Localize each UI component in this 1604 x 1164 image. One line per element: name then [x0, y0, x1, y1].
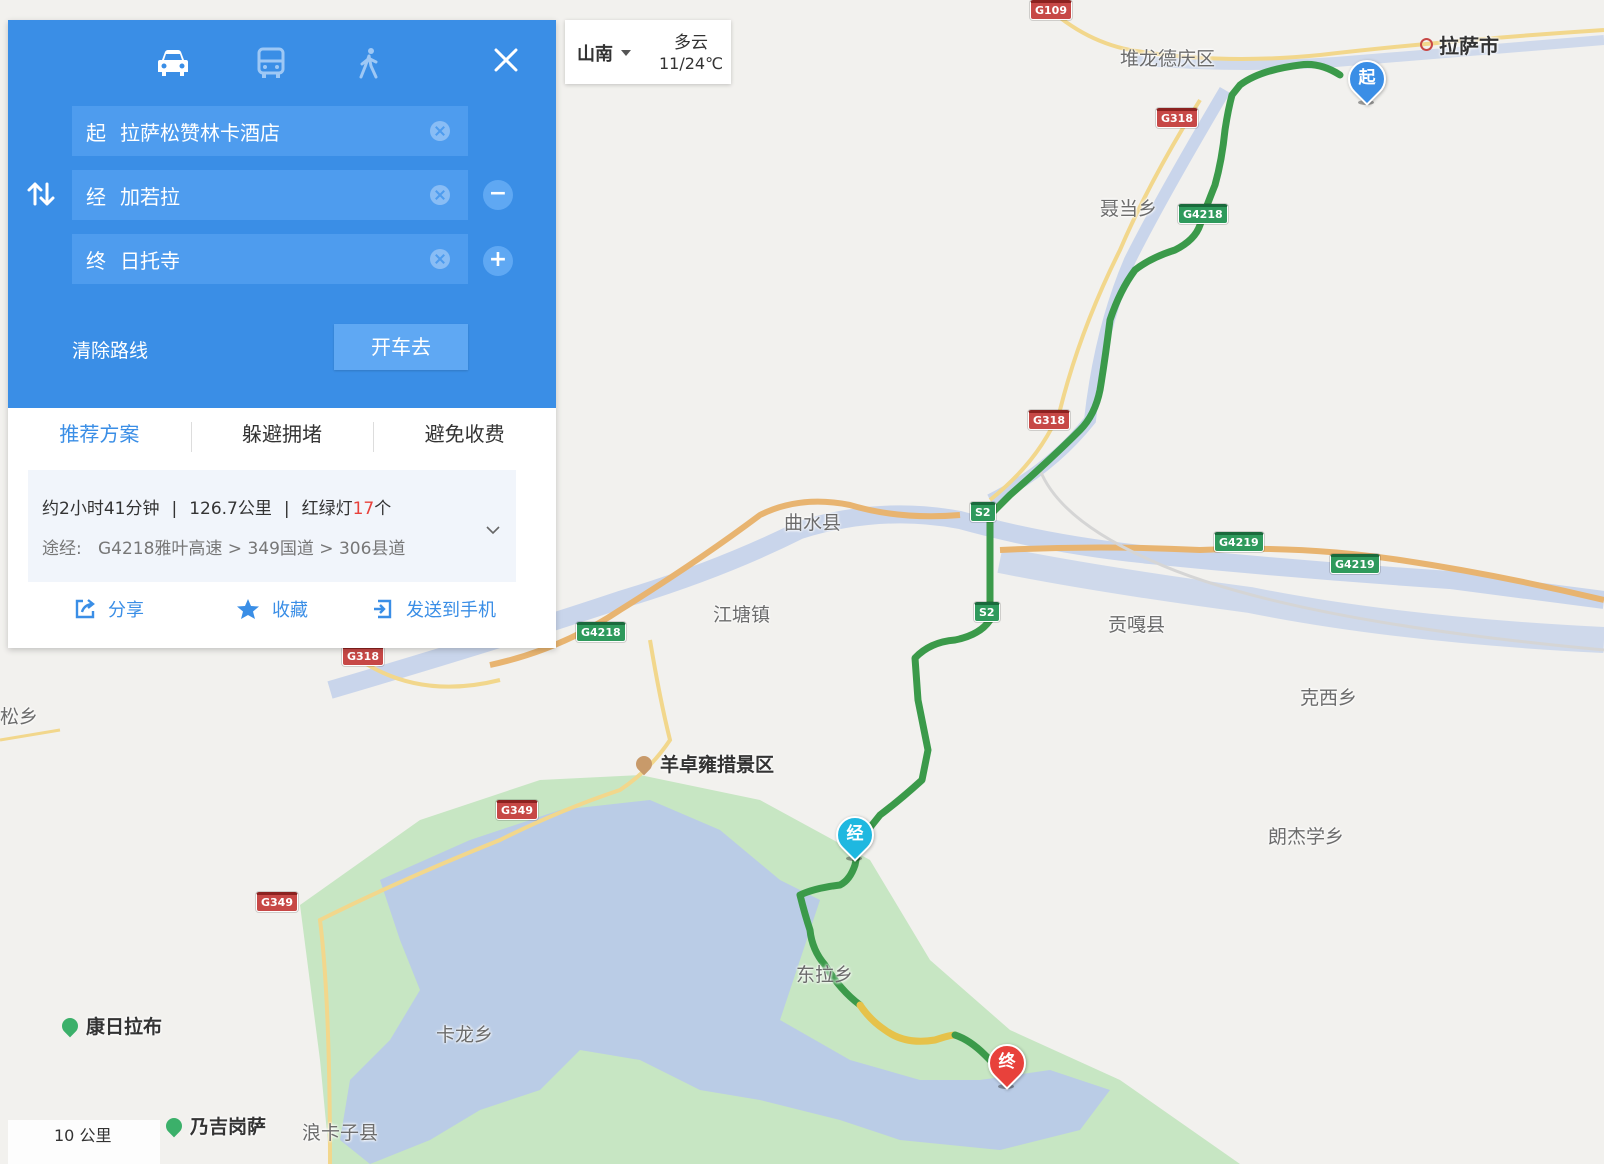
- map-label-langjiexue: 朗杰学乡: [1268, 826, 1345, 848]
- clear-input-icon[interactable]: [430, 249, 450, 269]
- tab-recommended[interactable]: 推荐方案: [8, 408, 191, 466]
- weather-temperature: 11/24℃: [658, 54, 724, 73]
- clear-input-icon[interactable]: [430, 121, 450, 141]
- shield-g349: G349: [496, 800, 538, 820]
- weather-condition: 多云: [674, 33, 708, 53]
- send-to-phone-button[interactable]: 发送到手机: [372, 596, 496, 622]
- share-icon: [75, 599, 95, 619]
- mountain-pin-icon: [58, 1014, 82, 1038]
- map-label-niedang: 聂当乡: [1100, 198, 1158, 220]
- city-dot-icon: [1420, 38, 1433, 51]
- shield-s2: S2: [974, 602, 1000, 622]
- clear-route-link[interactable]: 清除路线: [72, 336, 148, 363]
- road-item: 306县道: [338, 539, 406, 559]
- shield-g4218: G4218: [576, 622, 626, 642]
- send-icon: [374, 599, 392, 619]
- route-stats: 约2小时41分钟 | 126.7公里 | 红绿灯17个: [42, 494, 391, 519]
- chevron-right-icon: >: [222, 539, 248, 559]
- bus-icon[interactable]: [254, 46, 288, 80]
- route-time: 约2小时41分钟: [42, 499, 160, 519]
- add-waypoint-button[interactable]: +: [483, 246, 513, 276]
- map-label-jiangtang: 江塘镇: [713, 604, 771, 626]
- map-scale: 10 公里: [8, 1120, 160, 1164]
- shield-g4218: G4218: [1178, 204, 1228, 224]
- route-via-roads: 途经: G4218雅叶高速 > 349国道 > 306县道: [42, 534, 405, 559]
- shield-g109: G109: [1030, 0, 1072, 20]
- end-field[interactable]: 终 日托寺: [72, 234, 468, 284]
- tab-avoid-congestion[interactable]: 躲避拥堵: [190, 408, 374, 466]
- via-field[interactable]: 经 加若拉: [72, 170, 468, 220]
- caret-down-icon[interactable]: [621, 50, 631, 56]
- shield-g4219: G4219: [1330, 554, 1380, 574]
- scenic-pin-icon: [632, 752, 656, 776]
- map-label-qushui: 曲水县: [784, 512, 842, 534]
- end-tag: 终: [86, 248, 106, 273]
- share-button[interactable]: 分享: [74, 596, 144, 622]
- scale-label: 10 公里: [54, 1126, 112, 1145]
- map-label-song: 松乡: [0, 706, 39, 728]
- end-input[interactable]: 日托寺: [120, 245, 430, 274]
- map-label-lhasa: 拉萨市: [1420, 30, 1499, 59]
- traffic-lights: 红绿灯17个: [301, 499, 392, 519]
- mountain-pin-icon: [162, 1114, 186, 1138]
- via-input[interactable]: 加若拉: [120, 181, 430, 210]
- clear-input-icon[interactable]: [430, 185, 450, 205]
- route-form: 起 拉萨松赞林卡酒店 经 加若拉 − 终 日托寺 + 清除路线 开车去: [8, 20, 556, 408]
- map-label-yamdrok[interactable]: 羊卓雍措景区: [632, 750, 774, 777]
- shield-g318: G318: [342, 646, 384, 666]
- star-icon: [237, 599, 259, 619]
- shield-g318: G318: [1156, 108, 1198, 128]
- map-label-kexi: 克西乡: [1300, 687, 1358, 709]
- walk-icon[interactable]: [352, 46, 386, 80]
- start-input[interactable]: 拉萨松赞林卡酒店: [120, 117, 430, 146]
- via-label: 途经:: [42, 539, 82, 559]
- close-icon[interactable]: [488, 42, 524, 78]
- tab-avoid-tolls[interactable]: 避免收费: [373, 408, 556, 466]
- shield-s2: S2: [970, 502, 996, 522]
- separator: |: [283, 499, 290, 519]
- map-label-kangrilabu[interactable]: 康日拉布: [58, 1012, 162, 1039]
- car-icon[interactable]: [156, 46, 190, 80]
- start-driving-button[interactable]: 开车去: [334, 324, 468, 370]
- road-item: 349国道: [247, 539, 314, 559]
- shield-g4219: G4219: [1214, 532, 1264, 552]
- city-selector[interactable]: 山南: [577, 40, 613, 66]
- start-field[interactable]: 起 拉萨松赞林卡酒店: [72, 106, 468, 156]
- chevron-right-icon: >: [313, 539, 339, 559]
- route-distance: 126.7公里: [189, 499, 272, 519]
- map-label-naijigangsa[interactable]: 乃吉岗萨: [162, 1112, 266, 1139]
- route-summary[interactable]: 约2小时41分钟 | 126.7公里 | 红绿灯17个 途经: G4218雅叶高速 > …: [28, 470, 516, 582]
- map-label-duilongdeqing: 堆龙德庆区: [1120, 48, 1216, 70]
- remove-waypoint-button[interactable]: −: [483, 180, 513, 210]
- swap-icon[interactable]: [26, 180, 56, 208]
- road-item: G4218雅叶高速: [97, 539, 223, 559]
- favorite-button[interactable]: 收藏: [236, 596, 308, 622]
- via-tag: 经: [86, 184, 106, 209]
- map-label-langkazi: 浪卡子县: [302, 1122, 379, 1144]
- separator: |: [171, 499, 178, 519]
- route-panel: 起 拉萨松赞林卡酒店 经 加若拉 − 终 日托寺 + 清除路线 开车去 推荐方案…: [8, 20, 556, 648]
- map-label-gongga: 贡嘎县: [1108, 614, 1166, 636]
- map-label-kalong: 卡龙乡: [436, 1024, 494, 1046]
- map-label-dongla: 东拉乡: [796, 964, 854, 986]
- shield-g318: G318: [1028, 410, 1070, 430]
- route-options-tabs: 推荐方案 躲避拥堵 避免收费: [8, 408, 556, 466]
- weather-widget: 山南 多云 11/24℃: [565, 20, 731, 84]
- route-actions: 分享 收藏 发送到手机: [8, 586, 556, 636]
- start-tag: 起: [86, 120, 106, 145]
- shield-g349: G349: [256, 892, 298, 912]
- chevron-down-icon[interactable]: [486, 522, 500, 536]
